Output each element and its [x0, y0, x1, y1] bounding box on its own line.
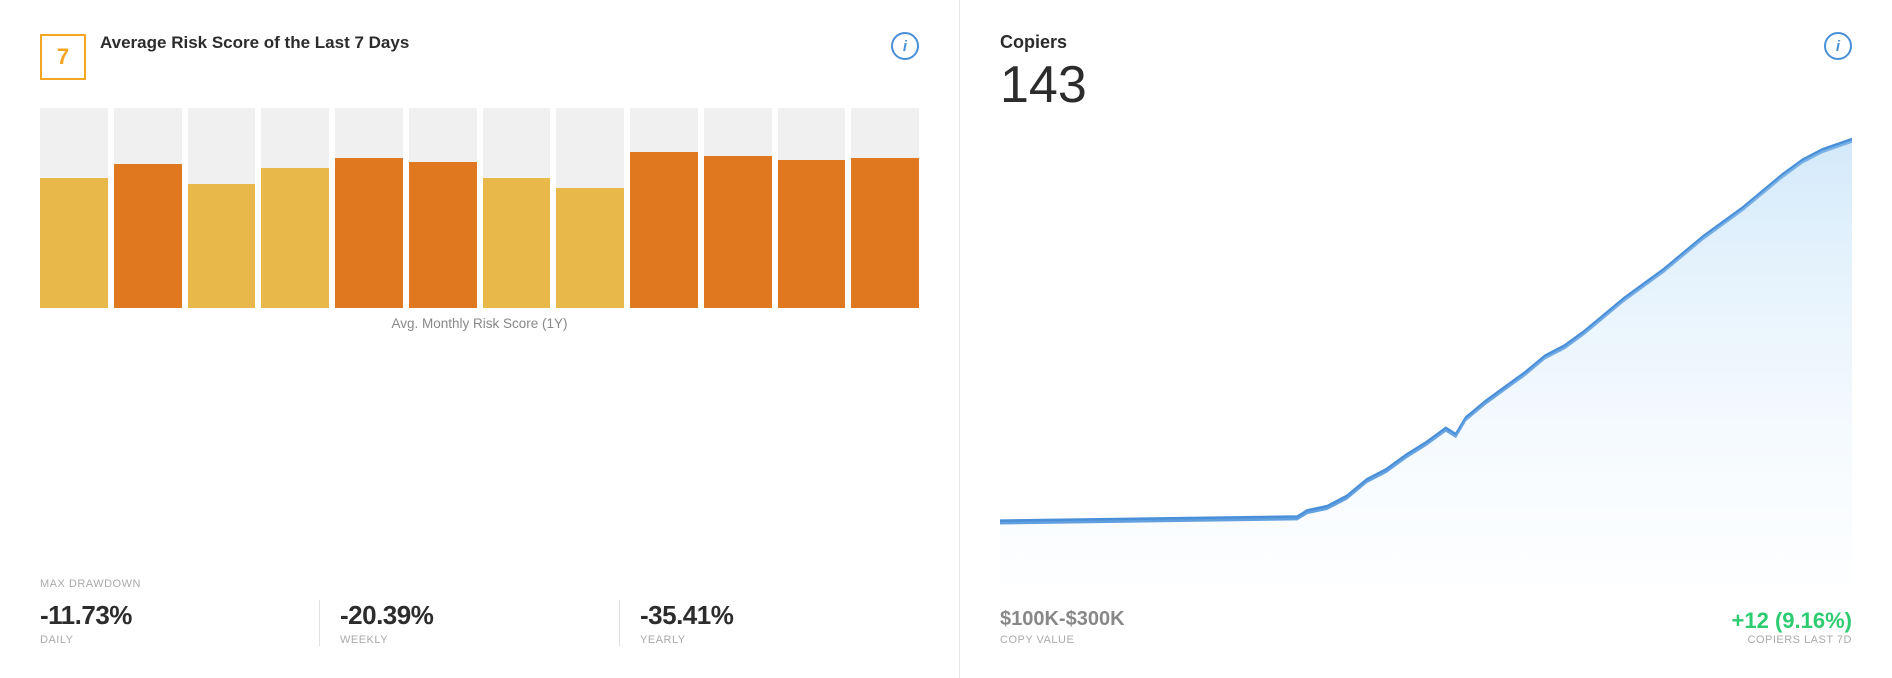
right-header: Copiers 143 i [1000, 32, 1852, 130]
bar-bottom-10 [778, 160, 846, 308]
left-panel: 7 Average Risk Score of the Last 7 Days … [0, 0, 960, 678]
bar-top-9 [704, 108, 772, 156]
bar-top-6 [483, 108, 551, 178]
stats-section: MAX DRAWDOWN -11.73% DAILY -20.39% WEEKLY -3… [40, 578, 919, 646]
bar-bottom-2 [188, 184, 256, 308]
area-fill [1000, 141, 1852, 584]
bar-item-11 [851, 108, 919, 308]
stat-item-1: -20.39% WEEKLY [319, 600, 619, 646]
line-chart-svg [1000, 130, 1852, 584]
bar-item-10 [778, 108, 846, 308]
bar-bottom-11 [851, 158, 919, 308]
bar-top-3 [261, 108, 329, 168]
bar-item-8 [630, 108, 698, 308]
right-panel: Copiers 143 i $100K-$300K COPY VALUE +12… [960, 0, 1892, 678]
copy-value-label: COPY VALUE [1000, 634, 1125, 646]
max-drawdown-label: MAX DRAWDOWN [40, 578, 919, 590]
bar-item-9 [704, 108, 772, 308]
bar-bottom-4 [335, 158, 403, 308]
copy-value-amount: $100K-$300K [1000, 608, 1125, 631]
bar-top-4 [335, 108, 403, 158]
bar-bottom-8 [630, 152, 698, 308]
bar-item-7 [556, 108, 624, 308]
bar-item-1 [114, 108, 182, 308]
bar-item-0 [40, 108, 108, 308]
bar-top-8 [630, 108, 698, 152]
page-title: Average Risk Score of the Last 7 Days [100, 32, 409, 54]
copiers-section-header: Copiers 143 [1000, 32, 1087, 130]
info-icon-left[interactable]: i [891, 32, 919, 60]
bar-item-6 [483, 108, 551, 308]
bar-item-5 [409, 108, 477, 308]
copiers-count: 143 [1000, 57, 1087, 114]
stats-row: -11.73% DAILY -20.39% WEEKLY -35.41% YEARLY [40, 600, 919, 646]
copiers-chart-area [1000, 130, 1852, 584]
bar-chart-container: Avg. Monthly Risk Score (1Y) [40, 108, 919, 351]
stat-item-2: -35.41% YEARLY [619, 600, 919, 646]
stat-label-1: WEEKLY [340, 634, 599, 646]
title-text: Average Risk Score of the Last 7 Days [100, 32, 409, 54]
chart-label: Avg. Monthly Risk Score (1Y) [40, 316, 919, 331]
stat-label-2: YEARLY [640, 634, 899, 646]
copiers-last-label: COPIERS LAST 7D [1732, 634, 1852, 646]
score-badge: 7 [40, 34, 86, 80]
bottom-stats: $100K-$300K COPY VALUE +12 (9.16%) COPIE… [1000, 608, 1852, 646]
copiers-label: Copiers [1000, 32, 1087, 53]
stat-value-2: -35.41% [640, 600, 899, 631]
bar-top-0 [40, 108, 108, 178]
bar-item-3 [261, 108, 329, 308]
copy-value-section: $100K-$300K COPY VALUE [1000, 608, 1125, 646]
bar-top-11 [851, 108, 919, 158]
stat-value-1: -20.39% [340, 600, 599, 631]
bar-bottom-9 [704, 156, 772, 308]
bar-bottom-0 [40, 178, 108, 308]
stat-label-0: DAILY [40, 634, 299, 646]
info-icon-right[interactable]: i [1824, 32, 1852, 60]
bar-bottom-1 [114, 164, 182, 308]
bar-bottom-6 [483, 178, 551, 308]
copiers-last-value: +12 (9.16%) [1732, 608, 1852, 634]
bar-top-2 [188, 108, 256, 184]
bar-chart [40, 108, 919, 308]
bar-bottom-5 [409, 162, 477, 308]
bar-top-7 [556, 108, 624, 188]
title-group: 7 Average Risk Score of the Last 7 Days [40, 32, 409, 80]
bar-item-4 [335, 108, 403, 308]
stat-item-0: -11.73% DAILY [40, 600, 319, 646]
bar-top-1 [114, 108, 182, 164]
stat-value-0: -11.73% [40, 600, 299, 631]
copiers-last-section: +12 (9.16%) COPIERS LAST 7D [1732, 608, 1852, 646]
bar-top-10 [778, 108, 846, 160]
bar-bottom-3 [261, 168, 329, 308]
left-header: 7 Average Risk Score of the Last 7 Days … [40, 32, 919, 80]
bar-top-5 [409, 108, 477, 162]
bar-bottom-7 [556, 188, 624, 308]
bar-item-2 [188, 108, 256, 308]
